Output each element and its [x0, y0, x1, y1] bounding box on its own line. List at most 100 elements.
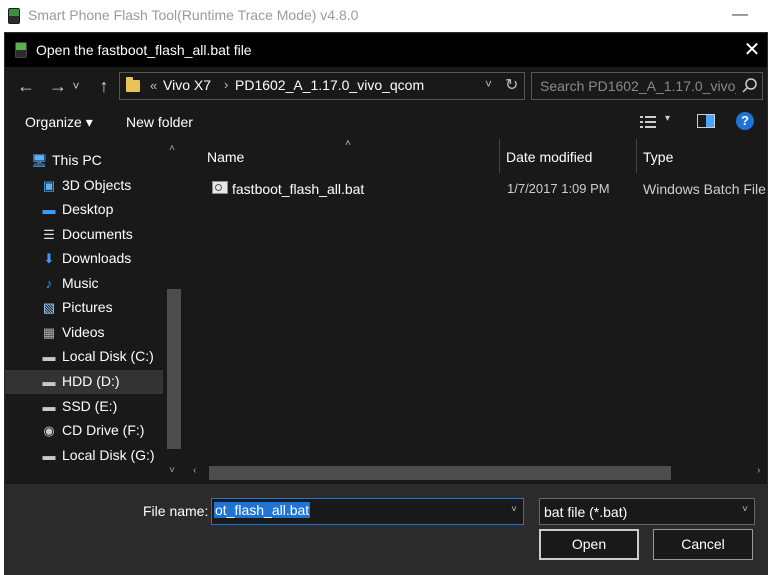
- file-type-cell: Windows Batch File: [643, 181, 766, 197]
- sidebar-item-ssd-e[interactable]: ▬ SSD (E:): [5, 395, 163, 419]
- file-name-value[interactable]: ot_flash_all.bat: [214, 502, 311, 518]
- preview-pane-icon[interactable]: [697, 114, 715, 128]
- sidebar-item-label: SSD (E:): [62, 398, 118, 414]
- navigation-bar: ← → ˅ ↑ « Vivo X7 › PD1602_A_1.17.0_vivo…: [5, 67, 767, 105]
- breadcrumb-vivo-x7[interactable]: Vivo X7: [163, 77, 211, 93]
- navigation-pane-scrollbar[interactable]: ˄ ˅: [165, 139, 183, 484]
- folder-icon: [126, 77, 140, 92]
- column-header-label: Type: [643, 149, 674, 165]
- recent-locations-button[interactable]: ˅: [69, 75, 83, 97]
- desktop-icon: ▬: [42, 202, 56, 217]
- chevron-down-icon[interactable]: ˅: [742, 504, 748, 515]
- sort-ascending-icon: ˄: [345, 138, 351, 149]
- drive-icon: ▬: [42, 399, 56, 414]
- dialog-footer: File name: ot_flash_all.bat ˅ bat file (…: [5, 484, 767, 575]
- sidebar-item-label: Documents: [62, 226, 133, 242]
- navigation-pane: 🖥 This PC ▣ 3D Objects ▬ Desktop ☰ Docum…: [5, 139, 183, 484]
- column-header-label: Date modified: [506, 149, 593, 165]
- sidebar-item-cd-drive-f[interactable]: ◉ CD Drive (F:): [5, 419, 163, 443]
- chevron-down-icon[interactable]: ˅: [511, 504, 517, 515]
- parent-minimize-button[interactable]: —: [732, 6, 748, 26]
- search-input[interactable]: Search PD1602_A_1.17.0_vivo_...: [540, 78, 736, 94]
- breadcrumb-separator[interactable]: ›: [224, 77, 228, 92]
- dialog-titlebar: Open the fastboot_flash_all.bat file ✕: [5, 33, 767, 67]
- computer-icon: 🖥: [31, 153, 48, 168]
- forward-button[interactable]: →: [47, 75, 69, 97]
- scrollbar-thumb[interactable]: [167, 289, 181, 449]
- scroll-right-arrow-icon[interactable]: ›: [757, 465, 760, 476]
- command-toolbar: Organize ▾ New folder ▾ ?: [5, 105, 767, 139]
- sidebar-item-desktop[interactable]: ▬ Desktop: [5, 198, 163, 222]
- file-type-filter-value: bat file (*.bat): [544, 504, 628, 520]
- music-icon: ♪: [45, 276, 53, 291]
- file-name-label: File name:: [143, 503, 209, 519]
- file-list: ˄ Name Date modified Type fastboot_flash…: [185, 138, 767, 484]
- cancel-button[interactable]: Cancel: [653, 529, 753, 560]
- sidebar-item-label: Videos: [62, 324, 105, 340]
- column-header-type[interactable]: Type: [637, 139, 767, 173]
- column-header-name[interactable]: ˄ Name: [185, 138, 500, 173]
- view-options-dropdown[interactable]: ▾: [665, 113, 670, 124]
- sidebar-item-pictures[interactable]: ▧ Pictures: [5, 296, 163, 320]
- sidebar-item-label: Downloads: [62, 250, 132, 266]
- sidebar-item-label: This PC: [52, 152, 102, 168]
- sidebar-item-label: Music: [62, 275, 99, 291]
- view-options-icon[interactable]: [639, 114, 657, 130]
- sidebar-item-label: HDD (D:): [62, 373, 120, 389]
- sidebar-item-label: Desktop: [62, 201, 114, 217]
- breadcrumb-overflow[interactable]: «: [150, 78, 157, 93]
- dialog-title: Open the fastboot_flash_all.bat file: [36, 42, 252, 58]
- scroll-down-arrow-icon[interactable]: ˅: [169, 465, 175, 476]
- sidebar-item-label: Pictures: [62, 299, 113, 315]
- up-button[interactable]: ↑: [93, 75, 115, 97]
- sidebar-item-hdd-d[interactable]: ▬ HDD (D:): [5, 370, 163, 394]
- download-icon: ⬇: [43, 251, 55, 266]
- flash-tool-app-icon: [15, 42, 27, 58]
- help-icon[interactable]: ?: [736, 112, 754, 130]
- file-type-filter-select[interactable]: bat file (*.bat) ˅: [539, 498, 755, 525]
- file-date-cell: 1/7/2017 1:09 PM: [507, 181, 610, 196]
- sidebar-item-local-disk-g[interactable]: ▬ Local Disk (G:): [5, 444, 163, 468]
- horizontal-scrollbar[interactable]: ‹ ›: [185, 464, 767, 482]
- scrollbar-thumb[interactable]: [209, 466, 671, 480]
- drive-icon: ▬: [42, 349, 56, 364]
- cube-icon: ▣: [42, 178, 56, 193]
- sidebar-item-label: Local Disk (G:): [62, 447, 155, 463]
- sidebar-item-local-disk-c[interactable]: ▬ Local Disk (C:): [5, 345, 163, 369]
- sidebar-item-downloads[interactable]: ⬇ Downloads: [5, 247, 163, 271]
- column-header-date-modified[interactable]: Date modified: [500, 139, 637, 173]
- sidebar-item-label: 3D Objects: [62, 177, 132, 193]
- search-box[interactable]: Search PD1602_A_1.17.0_vivo_...: [531, 72, 763, 100]
- flash-tool-app-icon: [8, 8, 20, 24]
- search-icon[interactable]: [741, 77, 759, 95]
- sidebar-item-label: CD Drive (F:): [62, 422, 145, 438]
- sidebar-item-3d-objects[interactable]: ▣ 3D Objects: [5, 174, 163, 198]
- column-header-label: Name: [207, 149, 245, 165]
- open-button[interactable]: Open: [539, 529, 639, 560]
- sidebar-item-documents[interactable]: ☰ Documents: [5, 223, 163, 247]
- sidebar-item-music[interactable]: ♪ Music: [5, 272, 163, 296]
- batch-file-icon: [212, 181, 228, 194]
- back-button[interactable]: ←: [15, 75, 37, 97]
- pictures-icon: ▧: [42, 300, 56, 315]
- drive-icon: ▬: [42, 448, 56, 463]
- scroll-left-arrow-icon[interactable]: ‹: [193, 465, 196, 476]
- sidebar-item-this-pc[interactable]: 🖥 This PC: [5, 149, 163, 173]
- sidebar-item-videos[interactable]: ▦ Videos: [5, 321, 163, 345]
- document-icon: ☰: [43, 227, 55, 242]
- file-row[interactable]: fastboot_flash_all.bat 1/7/2017 1:09 PM …: [185, 177, 767, 201]
- cd-drive-icon: ◉: [43, 423, 55, 438]
- scroll-up-arrow-icon[interactable]: ˄: [169, 143, 175, 154]
- sidebar-item-label: Local Disk (C:): [62, 348, 154, 364]
- breadcrumb-pd1602[interactable]: PD1602_A_1.17.0_vivo_qcom: [235, 77, 424, 93]
- new-folder-button[interactable]: New folder: [126, 114, 193, 130]
- file-name-cell: fastboot_flash_all.bat: [232, 181, 365, 197]
- organize-menu-button[interactable]: Organize ▾: [25, 114, 93, 131]
- close-button[interactable]: ✕: [741, 39, 763, 61]
- drive-icon: ▬: [42, 374, 56, 389]
- address-dropdown-button[interactable]: ˅: [485, 77, 492, 91]
- refresh-button[interactable]: ↻: [505, 75, 518, 95]
- video-icon: ▦: [42, 325, 56, 340]
- address-bar[interactable]: « Vivo X7 › PD1602_A_1.17.0_vivo_qcom ˅ …: [119, 72, 525, 100]
- file-name-field[interactable]: ot_flash_all.bat ˅: [211, 498, 524, 525]
